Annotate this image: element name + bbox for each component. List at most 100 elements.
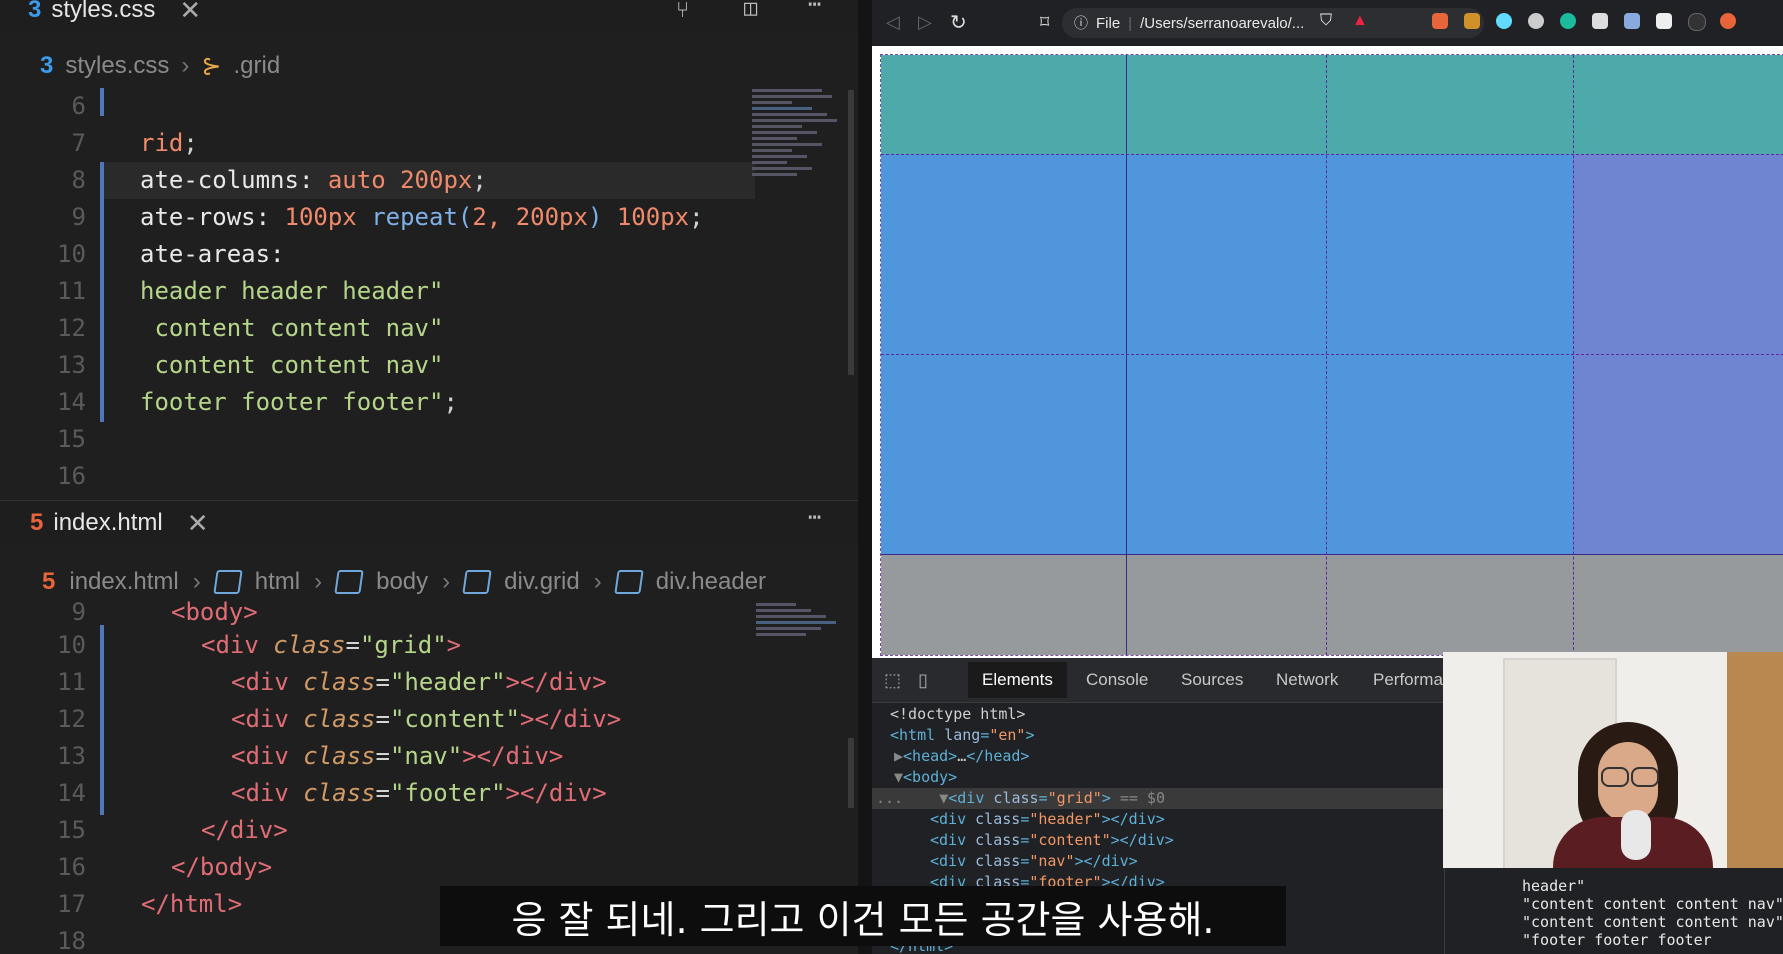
extension-icon[interactable]	[1432, 13, 1448, 29]
code-line: 14 footer footer footer";	[57, 388, 458, 416]
extension-icon[interactable]	[1656, 13, 1672, 29]
source-control-icon[interactable]: ⑂	[676, 0, 689, 23]
grid-container[interactable]	[880, 54, 1783, 656]
more-actions-icon[interactable]: ⋯	[808, 0, 821, 17]
code-line: 11 header header header"	[57, 277, 444, 305]
subtitle-caption: 응 잘 되네. 그리고 이건 모든 공간을 사용해.	[440, 886, 1286, 946]
breadcrumb-symbol[interactable]: .grid	[233, 52, 280, 80]
dom-node: <div class="header"></div>	[930, 810, 1165, 828]
tab-elements[interactable]: Elements	[968, 662, 1067, 698]
glasses	[1601, 767, 1629, 787]
inspect-element-icon[interactable]: ⬚	[884, 670, 901, 691]
device-toolbar-icon[interactable]: ▯	[918, 670, 928, 691]
code-line: 8 ate-columns: auto 200px;	[71, 166, 487, 194]
breadcrumb-item[interactable]: html	[255, 568, 300, 596]
brave-rewards-icon[interactable]: ▲	[1352, 12, 1368, 30]
style-value: header"	[1522, 877, 1586, 895]
extension-icon[interactable]	[1720, 13, 1736, 29]
code-line: 12 <div class="content"></div>	[57, 705, 622, 733]
tab-label: styles.css	[51, 0, 156, 23]
browser-toolbar: ◁ ▷ ↻ ⌑ ⓘ File | /Users/serranoarevalo/.…	[872, 0, 1783, 46]
pane-divider[interactable]	[858, 0, 872, 954]
code-line: 6	[71, 92, 86, 120]
info-icon: ⓘ	[1074, 15, 1088, 31]
breadcrumb-item[interactable]: div.header	[656, 568, 766, 596]
code-line: 7 rid;	[71, 129, 198, 157]
minimap[interactable]	[752, 86, 848, 179]
grid-line	[881, 154, 1783, 155]
extension-icon[interactable]	[1528, 13, 1544, 29]
breadcrumb-file[interactable]: styles.css	[65, 52, 169, 80]
chevron-right-icon: ›	[192, 568, 201, 595]
chevron-right-icon: ›	[181, 52, 190, 79]
tab-index-html[interactable]: 5 index.html ✕	[30, 501, 209, 545]
style-value: "footer footer footer	[1522, 931, 1712, 949]
tab-label: index.html	[53, 509, 163, 536]
html-tab-bar: 5 index.html ✕ ⋯	[0, 500, 858, 545]
minimap[interactable]	[756, 600, 852, 639]
tab-console[interactable]: Console	[1086, 670, 1148, 690]
css-file-icon: 3	[28, 0, 42, 23]
css-file-icon: 3	[40, 52, 54, 79]
wooden-shelf	[1727, 652, 1783, 868]
grid-line	[1573, 55, 1574, 655]
address-bar[interactable]: ⓘ File | /Users/serranoarevalo/...	[1062, 8, 1484, 38]
close-icon[interactable]: ✕	[187, 508, 209, 539]
element-icon	[334, 570, 364, 594]
extension-icon[interactable]	[1688, 13, 1706, 31]
scrollbar[interactable]	[848, 90, 854, 375]
code-line: 11 <div class="header"></div>	[57, 668, 607, 696]
back-icon[interactable]: ◁	[886, 12, 900, 33]
grid-area-header[interactable]	[881, 55, 1783, 154]
breadcrumb-item[interactable]: index.html	[69, 568, 178, 596]
code-line: 16 </body>	[57, 853, 273, 881]
code-line: 9 <body>	[71, 598, 258, 626]
tab-styles-css[interactable]: 3 styles.css ✕	[28, 0, 201, 32]
dom-node: ▼<body>	[894, 768, 958, 786]
html-file-icon: 5	[30, 509, 44, 536]
bookmark-icon[interactable]: ⌑	[1040, 12, 1049, 33]
extension-icon[interactable]	[1624, 13, 1640, 29]
react-devtools-icon[interactable]	[1496, 13, 1512, 29]
grid-area-footer[interactable]	[881, 554, 1783, 655]
chevron-right-icon: ›	[314, 568, 323, 595]
extension-icon[interactable]	[1592, 13, 1608, 29]
symbol-icon: ⊱	[201, 52, 222, 80]
dom-node-selected: ... ▼<div class="grid"> == $0	[876, 789, 1165, 807]
tab-sources[interactable]: Sources	[1181, 670, 1243, 690]
code-line: 13 content content nav"	[57, 351, 444, 379]
forward-icon[interactable]: ▷	[918, 12, 932, 33]
element-icon	[462, 570, 492, 594]
code-editor: 3 styles.css ✕ ⑂ ◫ ⋯ 3 styles.css › ⊱ .g…	[0, 0, 858, 954]
grid-line	[881, 354, 1783, 355]
close-icon[interactable]: ✕	[179, 0, 201, 26]
style-value: "content content content nav"	[1522, 895, 1783, 913]
chevron-right-icon: ›	[442, 568, 451, 595]
breadcrumb-item[interactable]: body	[376, 568, 428, 596]
code-line: 12 content content nav"	[57, 314, 444, 342]
code-line: 14 <div class="footer"></div>	[57, 779, 607, 807]
extension-icon[interactable]	[1464, 13, 1480, 29]
url-text: /Users/serranoarevalo/...	[1140, 14, 1305, 32]
url-scheme: File	[1096, 14, 1121, 32]
tab-performance[interactable]: Performa	[1373, 670, 1443, 690]
html-file-icon: 5	[42, 568, 56, 595]
tab-network[interactable]: Network	[1276, 670, 1338, 690]
more-actions-icon[interactable]: ⋯	[808, 505, 821, 530]
css-tab-bar: 3 styles.css ✕ ⑂ ◫ ⋯	[0, 0, 858, 32]
element-icon	[213, 570, 243, 594]
brave-shield-icon[interactable]: ⛉	[1320, 12, 1332, 30]
extension-icon[interactable]	[1560, 13, 1576, 29]
scrollbar[interactable]	[848, 738, 854, 808]
code-line: 10 ate-areas:	[57, 240, 285, 268]
style-value: "content content content nav"	[1522, 913, 1783, 931]
reload-icon[interactable]: ↻	[950, 10, 967, 35]
breadcrumb: 3 styles.css › ⊱ .grid	[0, 44, 858, 88]
dom-node: <!doctype html>	[890, 705, 1026, 723]
code-line: 9 ate-rows: 100px repeat(2, 200px) 100px;	[71, 203, 704, 231]
dom-node: <div class="nav"></div>	[930, 852, 1138, 870]
breadcrumb-item[interactable]: div.grid	[504, 568, 580, 596]
split-editor-icon[interactable]: ◫	[744, 0, 757, 21]
element-icon	[614, 570, 644, 594]
grid-line	[1326, 55, 1327, 655]
